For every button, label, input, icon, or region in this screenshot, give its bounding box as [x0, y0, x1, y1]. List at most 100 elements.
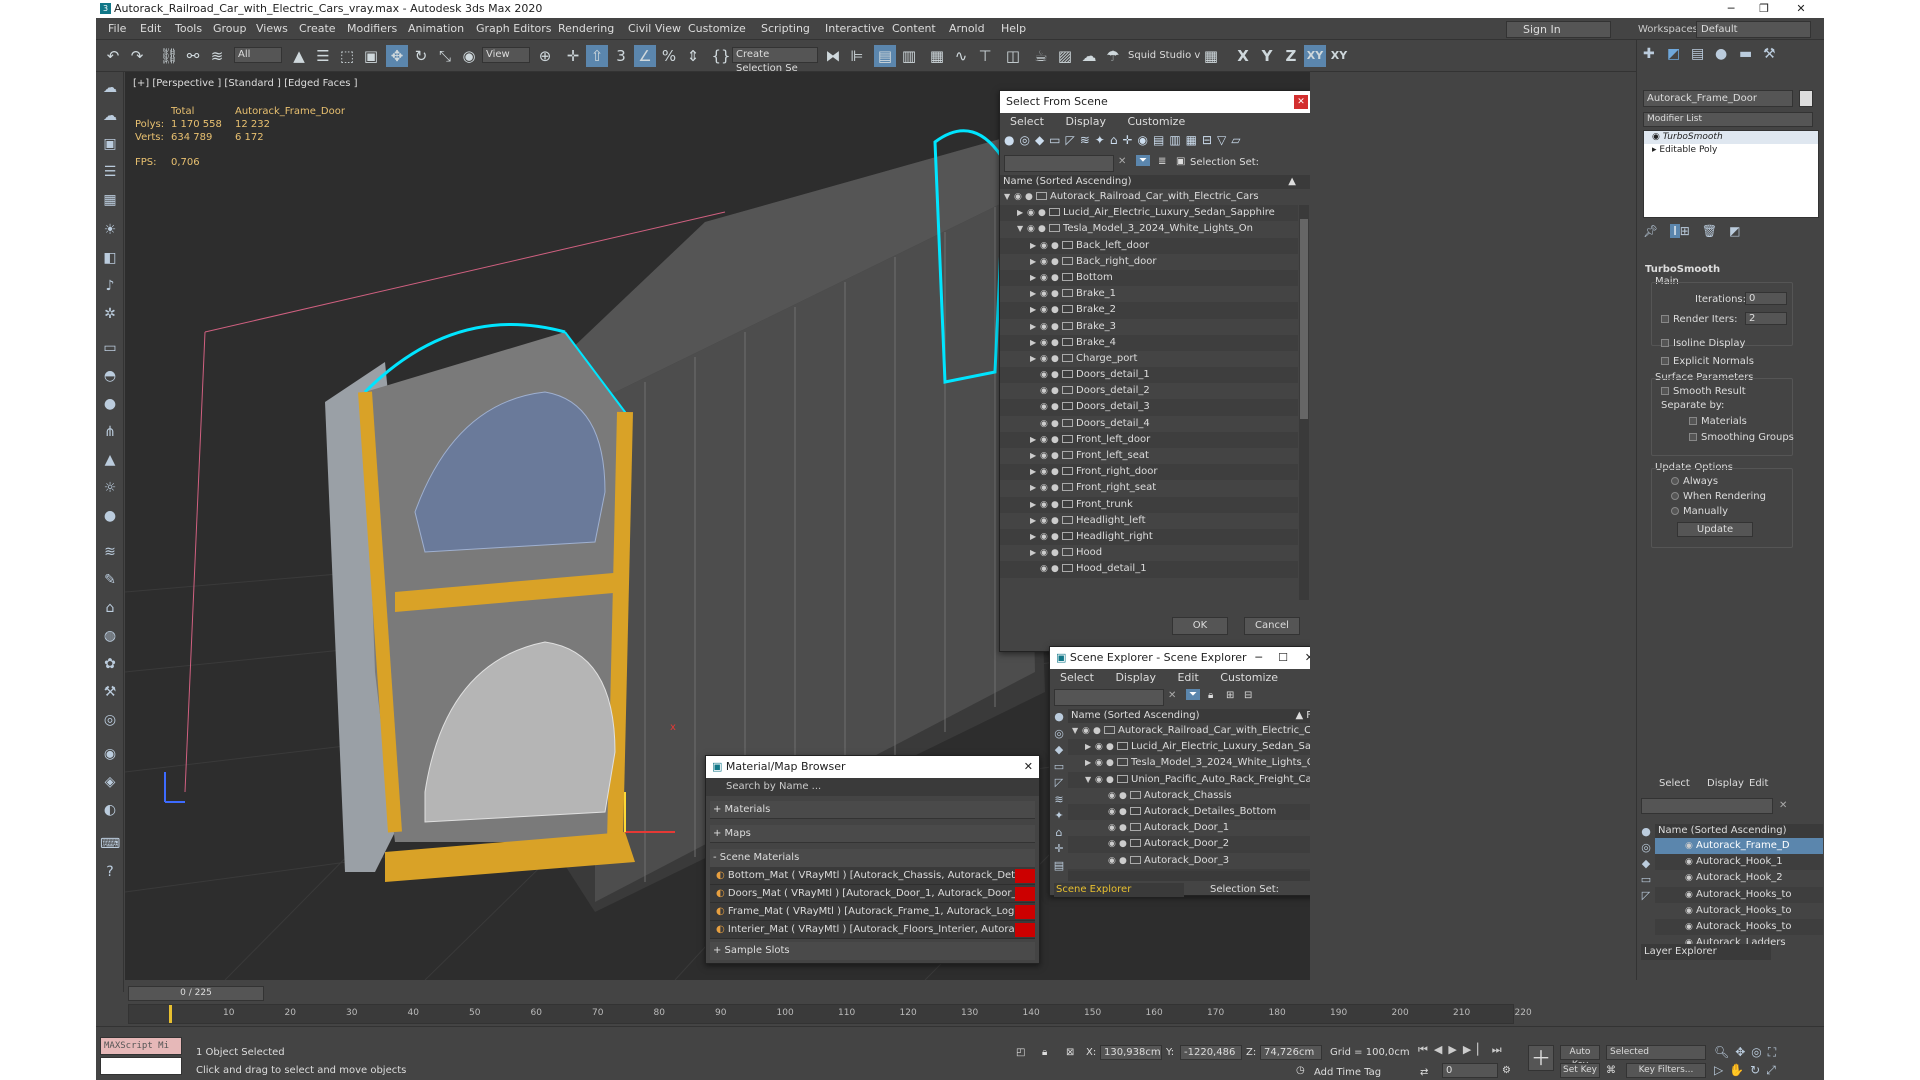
expand-arrow-icon[interactable]: ▶ [1030, 529, 1040, 545]
freeze-icon[interactable]: ● [1051, 545, 1062, 561]
tree-row[interactable]: ◉ ● Doors_detail_4 [1000, 416, 1298, 432]
select-from-scene-close-icon[interactable]: ✕ [1294, 95, 1308, 109]
menu-civil-view[interactable]: Civil View [628, 22, 681, 35]
camera-icon[interactable]: ◧ [100, 248, 120, 268]
set-key-big-button[interactable]: ＋ [1528, 1045, 1554, 1071]
select-by-name-icon[interactable]: ☰ [312, 45, 334, 67]
mirror-icon[interactable]: ⧓ [822, 45, 844, 67]
image-icon[interactable]: ▣ [100, 134, 120, 154]
playback-controls[interactable]: ⏮◀▶▶▏⏭ [1418, 1043, 1508, 1057]
axis-y-button[interactable]: Y [1256, 45, 1278, 67]
menu-edit[interactable]: Edit [140, 22, 161, 35]
layer-row[interactable]: ◉ Autorack_Hook_2 [1655, 870, 1823, 886]
update-manually-row[interactable]: Manually [1671, 506, 1728, 517]
smooth-result-checkbox[interactable] [1661, 387, 1669, 395]
manipulate-icon[interactable]: ✛ [562, 45, 584, 67]
menu-animation[interactable]: Animation [408, 22, 464, 35]
minimize-button[interactable]: ─ [1716, 0, 1746, 18]
freeze-icon[interactable]: ● [1051, 254, 1062, 270]
menu-views[interactable]: Views [256, 22, 288, 35]
expand-arrow-icon[interactable]: ▶ [1030, 448, 1040, 464]
se-search-input[interactable] [1054, 689, 1164, 706]
key-filter-icon[interactable]: ⌘ [1606, 1065, 1616, 1076]
expand-arrow-icon[interactable]: ▶ [1030, 319, 1040, 335]
freeze-icon[interactable]: ● [1051, 319, 1062, 335]
spinner-snap-icon[interactable]: ⇕ [682, 45, 704, 67]
le-side-filters[interactable]: ● ◎ ◆ ▭ ◸ [1637, 824, 1655, 924]
le-menu-display[interactable]: Display [1707, 774, 1744, 794]
close-button[interactable]: ✕ [1786, 0, 1816, 18]
ref-coord-dropdown[interactable]: View [482, 47, 530, 63]
align-icon[interactable]: ⊫ [846, 45, 868, 67]
sfs-menu-customize[interactable]: Customize [1127, 115, 1185, 128]
visibility-eye-icon[interactable]: ◉ [1040, 529, 1051, 545]
iterations-spinner[interactable] [1745, 292, 1787, 305]
expand-arrow-icon[interactable]: ▶ [1030, 351, 1040, 367]
timeline-cursor[interactable] [169, 1005, 172, 1023]
freeze-icon[interactable]: ● [1051, 432, 1062, 448]
pivot-icon[interactable]: ⊕ [534, 45, 556, 67]
menu-graph-editors[interactable]: Graph Editors [476, 22, 552, 35]
time-tag-icon[interactable]: ◷ [1296, 1065, 1305, 1076]
expand-arrow-icon[interactable]: ▶ [1030, 286, 1040, 302]
se-menu-display[interactable]: Display [1115, 671, 1156, 684]
se-menu-customize[interactable]: Customize [1220, 671, 1278, 684]
explicit-normals-checkbox[interactable] [1661, 357, 1669, 365]
tree-row[interactable]: ▶ ◉ ● Front_trunk [1000, 496, 1298, 513]
cloud-icon[interactable]: ☁ [100, 106, 120, 126]
tree-row[interactable]: ▶ ◉ ● Brake_4 [1000, 334, 1298, 351]
redo-icon[interactable]: ↷ [126, 45, 148, 67]
tree-row[interactable]: ▶ ◉ ● Charge_port [1000, 351, 1298, 367]
undo-icon[interactable]: ↶ [102, 45, 124, 67]
tree-row[interactable]: ▶ ◉ ● Headlight_left [1000, 513, 1298, 529]
visibility-eye-icon[interactable]: ◉ [1040, 464, 1051, 480]
visibility-eye-icon[interactable]: ◉ [1040, 480, 1051, 496]
expand-arrow-icon[interactable]: ▼ [1085, 772, 1095, 788]
hemisphere-icon[interactable]: ◓ [100, 366, 120, 386]
utilities-tab-icon[interactable]: ⚒ [1763, 46, 1776, 62]
sfs-selection-set-icon[interactable]: ▣ [1176, 156, 1185, 167]
expand-arrow-icon[interactable]: ▶ [1017, 205, 1027, 221]
sfs-layers-icon[interactable]: ≣ [1158, 156, 1166, 167]
freeze-icon[interactable]: ● [1051, 238, 1062, 254]
visibility-eye-icon[interactable]: ◉ [1040, 448, 1051, 464]
select-move-icon[interactable]: ✥ [386, 45, 408, 67]
freeze-icon[interactable]: ● [1106, 772, 1117, 788]
visibility-eye-icon[interactable]: ◉ [1040, 383, 1051, 399]
visibility-eye-icon[interactable]: ◉ [1040, 561, 1051, 577]
layer-row[interactable]: ◉ Autorack_Hooks_to [1655, 886, 1823, 903]
tree-row[interactable]: ▶ ◉ ● Bottom [1000, 269, 1298, 287]
visibility-eye-icon[interactable]: ◉ [1685, 887, 1696, 903]
list-icon[interactable]: ☰ [100, 162, 120, 182]
tree-row[interactable]: ◉ ● Hood_detail_1 [1000, 561, 1298, 578]
globe-icon[interactable]: ◍ [100, 626, 120, 646]
freeze-icon[interactable]: ● [1051, 270, 1062, 286]
selection-filter-dropdown[interactable]: All [234, 47, 282, 63]
sound-icon[interactable]: ♪ [100, 276, 120, 296]
render-iters-spinner[interactable] [1745, 312, 1787, 325]
menu-file[interactable]: File [108, 22, 126, 35]
visibility-eye-icon[interactable]: ◉ [1014, 189, 1025, 205]
expand-arrow-icon[interactable]: ▶ [1030, 513, 1040, 529]
freeze-icon[interactable]: ● [1119, 853, 1130, 869]
sfs-search-input[interactable] [1004, 155, 1114, 172]
expand-arrow-icon[interactable]: ▶ [1030, 335, 1040, 351]
freeze-icon[interactable]: ● [1093, 723, 1104, 739]
select-scale-icon[interactable]: ⤡ [434, 45, 456, 67]
se-filter-icon[interactable]: ⏷ [1186, 689, 1200, 700]
freeze-icon[interactable]: ● [1119, 836, 1130, 852]
viewport-nav-controls[interactable]: 🔍︎✥◎⛶ [1714, 1045, 1782, 1060]
freeze-icon[interactable]: ● [1051, 367, 1062, 383]
tree-row[interactable]: ◉ ● Doors_detail_2 [1000, 383, 1298, 399]
se-minimize-icon[interactable]: ─ [1255, 647, 1262, 669]
scene-material-item[interactable]: ◐ Doors_Mat ( VRayMtl ) [Autorack_Door_1… [710, 885, 1035, 903]
sphere-icon[interactable]: ● [100, 394, 120, 414]
visibility-eye-icon[interactable]: ◉ [1685, 854, 1696, 870]
key-mode-icon[interactable]: ⇄ [1420, 1067, 1428, 1078]
menu-content[interactable]: Content [892, 22, 936, 35]
se-lock-icon[interactable]: 🔒︎ [1208, 690, 1213, 701]
freeze-icon[interactable]: ● [1051, 480, 1062, 496]
mmb-materials-group[interactable]: + Materials [710, 801, 1035, 819]
sfs-menu-select[interactable]: Select [1010, 115, 1044, 128]
add-time-tag[interactable]: Add Time Tag [1314, 1067, 1381, 1078]
